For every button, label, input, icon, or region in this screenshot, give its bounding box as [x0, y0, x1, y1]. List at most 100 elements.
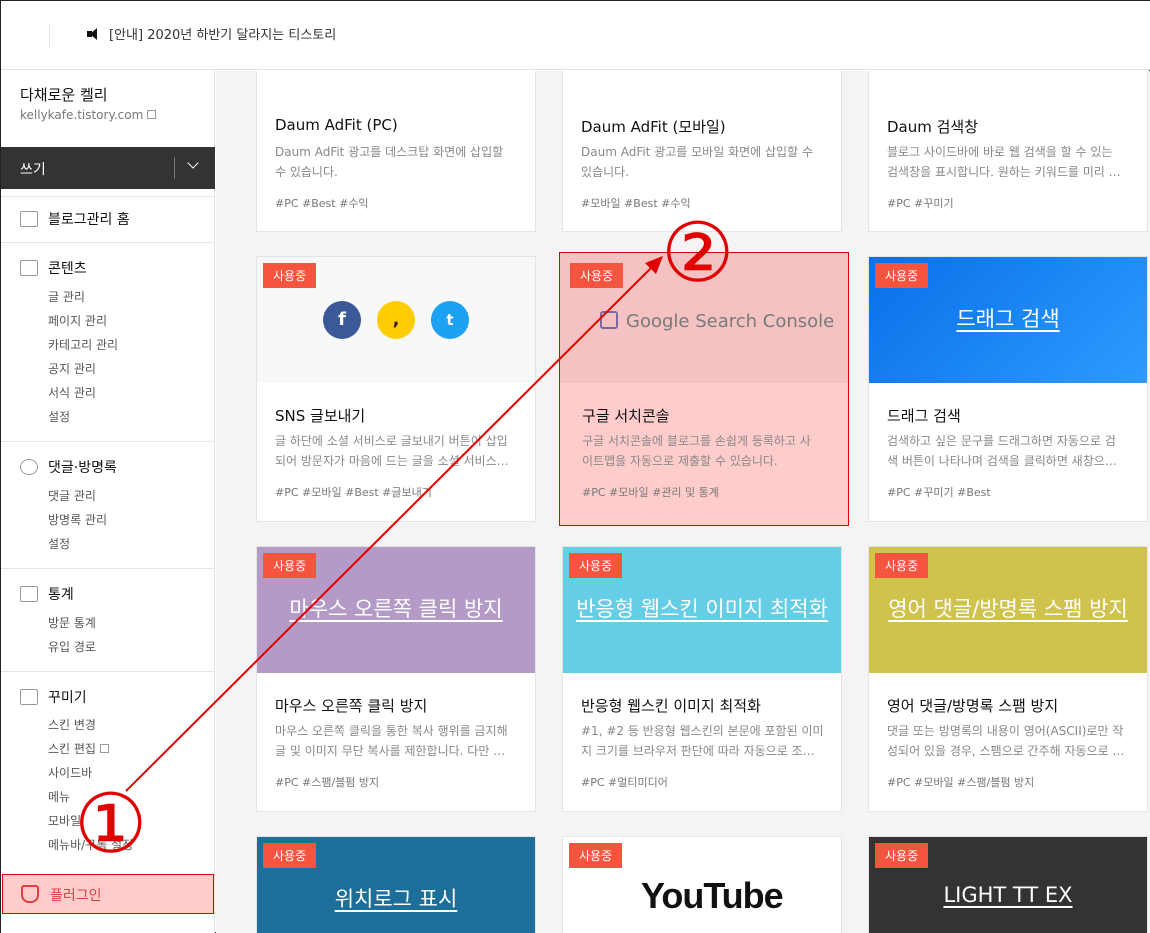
- plugin-card-location-log[interactable]: 위치로그 표시 사용중: [256, 836, 536, 933]
- plugin-desc: 글 하단에 소셜 서비스로 글보내기 버튼이 삽입 되어 방문자가 마음에 드는 …: [275, 434, 509, 468]
- comment-icon: [20, 459, 38, 475]
- layout-icon: [20, 689, 38, 705]
- sidebar-subitem[interactable]: 유입 경로: [48, 638, 96, 655]
- sidebar-subitem[interactable]: 메뉴바/구독 설정: [48, 836, 133, 853]
- search-console-logo-text: Google Search Console: [626, 311, 835, 332]
- plugin-desc: #1, #2 등 반응형 웹스킨의 본문에 포함된 이미 지 크기를 브라우저 판…: [581, 724, 824, 758]
- plugin-desc: Daum AdFit 광고를 모바일 화면에 삽입할 수 있습니다.: [581, 145, 813, 179]
- nav-section-contents: 콘텐츠 글 관리 페이지 관리 카테고리 관리 공지 관리 서식 관리 설정: [1, 242, 215, 441]
- plugin-tags: #PC #스팸/블펌 방지: [275, 776, 380, 789]
- plugin-desc: 블로그 사이드바에 바로 웹 검색을 할 수 있는 검색창을 표시합니다. 원하는…: [887, 145, 1121, 179]
- sidebar-subitem[interactable]: 댓글 관리: [48, 487, 96, 504]
- plugin-card-google-search-console[interactable]: Google Search Console 사용중 구글 서치콘솔 구글 서치콘…: [559, 252, 849, 526]
- plugin-card[interactable]: Daum AdFit (모바일) Daum AdFit 광고를 모바일 화면에 …: [562, 71, 842, 232]
- plug-icon: [21, 885, 39, 903]
- plugin-desc: 마우스 오른쪽 클릭을 통한 복사 행위를 금지해 글 및 이미지 무단 복사를 …: [275, 724, 508, 758]
- external-link-icon: [99, 744, 109, 753]
- sidebar-subitem[interactable]: 방문 통계: [48, 614, 96, 631]
- external-link-icon: [147, 110, 157, 119]
- plugin-desc: Daum AdFit 광고를 데스크탑 화면에 삽입할 수 있습니다.: [275, 145, 504, 179]
- sidebar-subitem[interactable]: 사이드바: [48, 764, 92, 781]
- sidebar-item-design[interactable]: 꾸미기: [20, 687, 87, 707]
- plugin-tags: #PC #모바일 #관리 및 통계: [582, 486, 719, 499]
- write-label: 쓰기: [20, 162, 46, 178]
- plugin-card[interactable]: Daum 검색창 블로그 사이드바에 바로 웹 검색을 할 수 있는 검색창을 표…: [868, 71, 1148, 232]
- notice-text: [안내] 2020년 하반기 달라지는 티스토리: [109, 28, 337, 43]
- plugin-name: 반응형 웹스킨 이미지 최적화: [581, 697, 761, 715]
- sidebar-item-plugin[interactable]: 플러그인: [2, 874, 214, 914]
- plugin-name: 드래그 검색: [887, 407, 961, 425]
- in-use-badge: 사용중: [263, 553, 317, 578]
- sidebar-item-contents[interactable]: 콘텐츠: [20, 258, 87, 278]
- chart-icon: [20, 586, 38, 602]
- sidebar-subitem[interactable]: 메뉴: [48, 788, 70, 805]
- plugin-tags: #PC #꾸미기 #Best: [887, 486, 991, 499]
- write-divider: [174, 157, 175, 179]
- plugin-card-drag-search[interactable]: 드래그 검색 사용중 드래그 검색 검색하고 싶은 문구를 드래그하면 자동으로…: [868, 256, 1148, 522]
- in-use-badge: 사용중: [875, 263, 929, 288]
- sidebar-subitem[interactable]: 서식 관리: [48, 384, 96, 401]
- nav-section-design: 꾸미기 스킨 변경 스킨 편집 사이드바 메뉴 모바일 메뉴바/구독 설정: [1, 671, 215, 871]
- plugin-card-youtube[interactable]: YouTube 사용중: [562, 836, 842, 933]
- plugin-tags: #모바일 #Best #수익: [581, 197, 691, 210]
- in-use-badge: 사용중: [569, 843, 623, 868]
- in-use-badge: 사용중: [875, 553, 929, 578]
- notice-link[interactable]: [안내] 2020년 하반기 달라지는 티스토리: [87, 24, 336, 43]
- plugin-name: Daum AdFit (모바일): [581, 118, 726, 136]
- plugin-name: 구글 서치콘솔: [582, 407, 670, 425]
- in-use-badge: 사용중: [263, 843, 317, 868]
- plugin-desc: 검색하고 싶은 문구를 드래그하면 자동으로 검색 버튼이 나타나며 검색을 클…: [887, 434, 1117, 468]
- sidebar-subitem[interactable]: 스킨 변경: [48, 716, 96, 733]
- thumbnail-title: 위치로그 표시: [334, 887, 458, 911]
- sidebar-subitem[interactable]: 공지 관리: [48, 360, 96, 377]
- plugin-card-right-click-block[interactable]: 마우스 오른쪽 클릭 방지 사용중 마우스 오른쪽 클릭 방지 마우스 오른쪽 …: [256, 546, 536, 812]
- kakao-icon: ,: [377, 301, 415, 339]
- blog-name[interactable]: 다채로운 켈리: [20, 84, 108, 105]
- plugin-tags: #PC #모바일 #Best #글보내기: [275, 486, 432, 499]
- home-icon: [20, 211, 38, 227]
- plugin-name: Daum AdFit (PC): [275, 116, 398, 134]
- sidebar-subitem[interactable]: 방명록 관리: [48, 511, 107, 528]
- document-icon: [20, 260, 38, 276]
- in-use-badge: 사용중: [569, 553, 623, 578]
- youtube-logo: YouTube: [641, 875, 784, 916]
- plugin-tags: #PC #Best #수익: [275, 197, 369, 210]
- sidebar-subitem[interactable]: 카테고리 관리: [48, 336, 118, 353]
- search-console-logo-icon: [600, 311, 618, 329]
- plugin-name: 마우스 오른쪽 클릭 방지: [275, 697, 428, 715]
- sidebar-subitem[interactable]: 페이지 관리: [48, 312, 107, 329]
- chevron-down-icon[interactable]: [187, 157, 199, 169]
- plugin-desc: 댓글 또는 방명록의 내용이 영어(ASCII)로만 작 성되어 있을 경우, 스…: [887, 724, 1125, 758]
- sidebar-subitem[interactable]: 설정: [48, 535, 70, 552]
- plugin-card-english-spam[interactable]: 영어 댓글/방명록 스팸 방지 사용중 영어 댓글/방명록 스팸 방지 댓글 또…: [868, 546, 1148, 812]
- plugin-name: 영어 댓글/방명록 스팸 방지: [887, 697, 1059, 715]
- thumbnail-title: 마우스 오른쪽 클릭 방지: [289, 597, 503, 621]
- plugin-desc: 구글 서치콘솔에 블로그를 손쉽게 등록하고 사 이트맵을 자동으로 제출할 수 …: [582, 434, 811, 468]
- thumbnail-title: 영어 댓글/방명록 스팸 방지: [888, 597, 1128, 621]
- sidebar-item-blog-home[interactable]: 블로그관리 홈: [20, 209, 130, 229]
- sidebar: 다채로운 켈리 kellykafe.tistory.com 쓰기 블로그관리 홈…: [1, 70, 215, 933]
- sidebar-subitem-skin-edit[interactable]: 스킨 편집: [48, 740, 109, 757]
- sidebar-subitem[interactable]: 모바일: [48, 812, 81, 829]
- plugin-card-responsive-image[interactable]: 반응형 웹스킨 이미지 최적화 사용중 반응형 웹스킨 이미지 최적화 #1, …: [562, 546, 842, 812]
- sidebar-item-comments[interactable]: 댓글·방명록: [20, 457, 117, 477]
- in-use-badge: 사용중: [875, 843, 929, 868]
- nav-section-home: 블로그관리 홈: [1, 196, 215, 242]
- speaker-icon: [87, 27, 101, 41]
- sidebar-item-stats[interactable]: 통계: [20, 584, 74, 604]
- topbar-divider: [49, 23, 50, 47]
- thumbnail-title: 반응형 웹스킨 이미지 최적화: [576, 597, 828, 621]
- plugin-card[interactable]: Daum AdFit (PC) Daum AdFit 광고를 데스크탑 화면에 …: [256, 71, 536, 232]
- plugin-name: SNS 글보내기: [275, 407, 366, 425]
- blog-url[interactable]: kellykafe.tistory.com: [20, 108, 157, 122]
- plugin-card-light-tt-ex[interactable]: LIGHT TT EX 사용중: [868, 836, 1148, 933]
- nav-section-comments: 댓글·방명록 댓글 관리 방명록 관리 설정: [1, 441, 215, 568]
- plugin-tags: #PC #멀티미디어: [581, 776, 668, 789]
- plugin-card-sns[interactable]: f , t 사용중 SNS 글보내기 글 하단에 소셜 서비스로 글보내기 버튼…: [256, 256, 536, 522]
- thumbnail-title: 드래그 검색: [956, 307, 1060, 331]
- write-button[interactable]: 쓰기: [1, 147, 215, 189]
- in-use-badge: 사용중: [263, 263, 317, 288]
- sidebar-subitem[interactable]: 설정: [48, 408, 70, 425]
- top-bar: [안내] 2020년 하반기 달라지는 티스토리: [1, 1, 1150, 70]
- sidebar-subitem[interactable]: 글 관리: [48, 288, 85, 305]
